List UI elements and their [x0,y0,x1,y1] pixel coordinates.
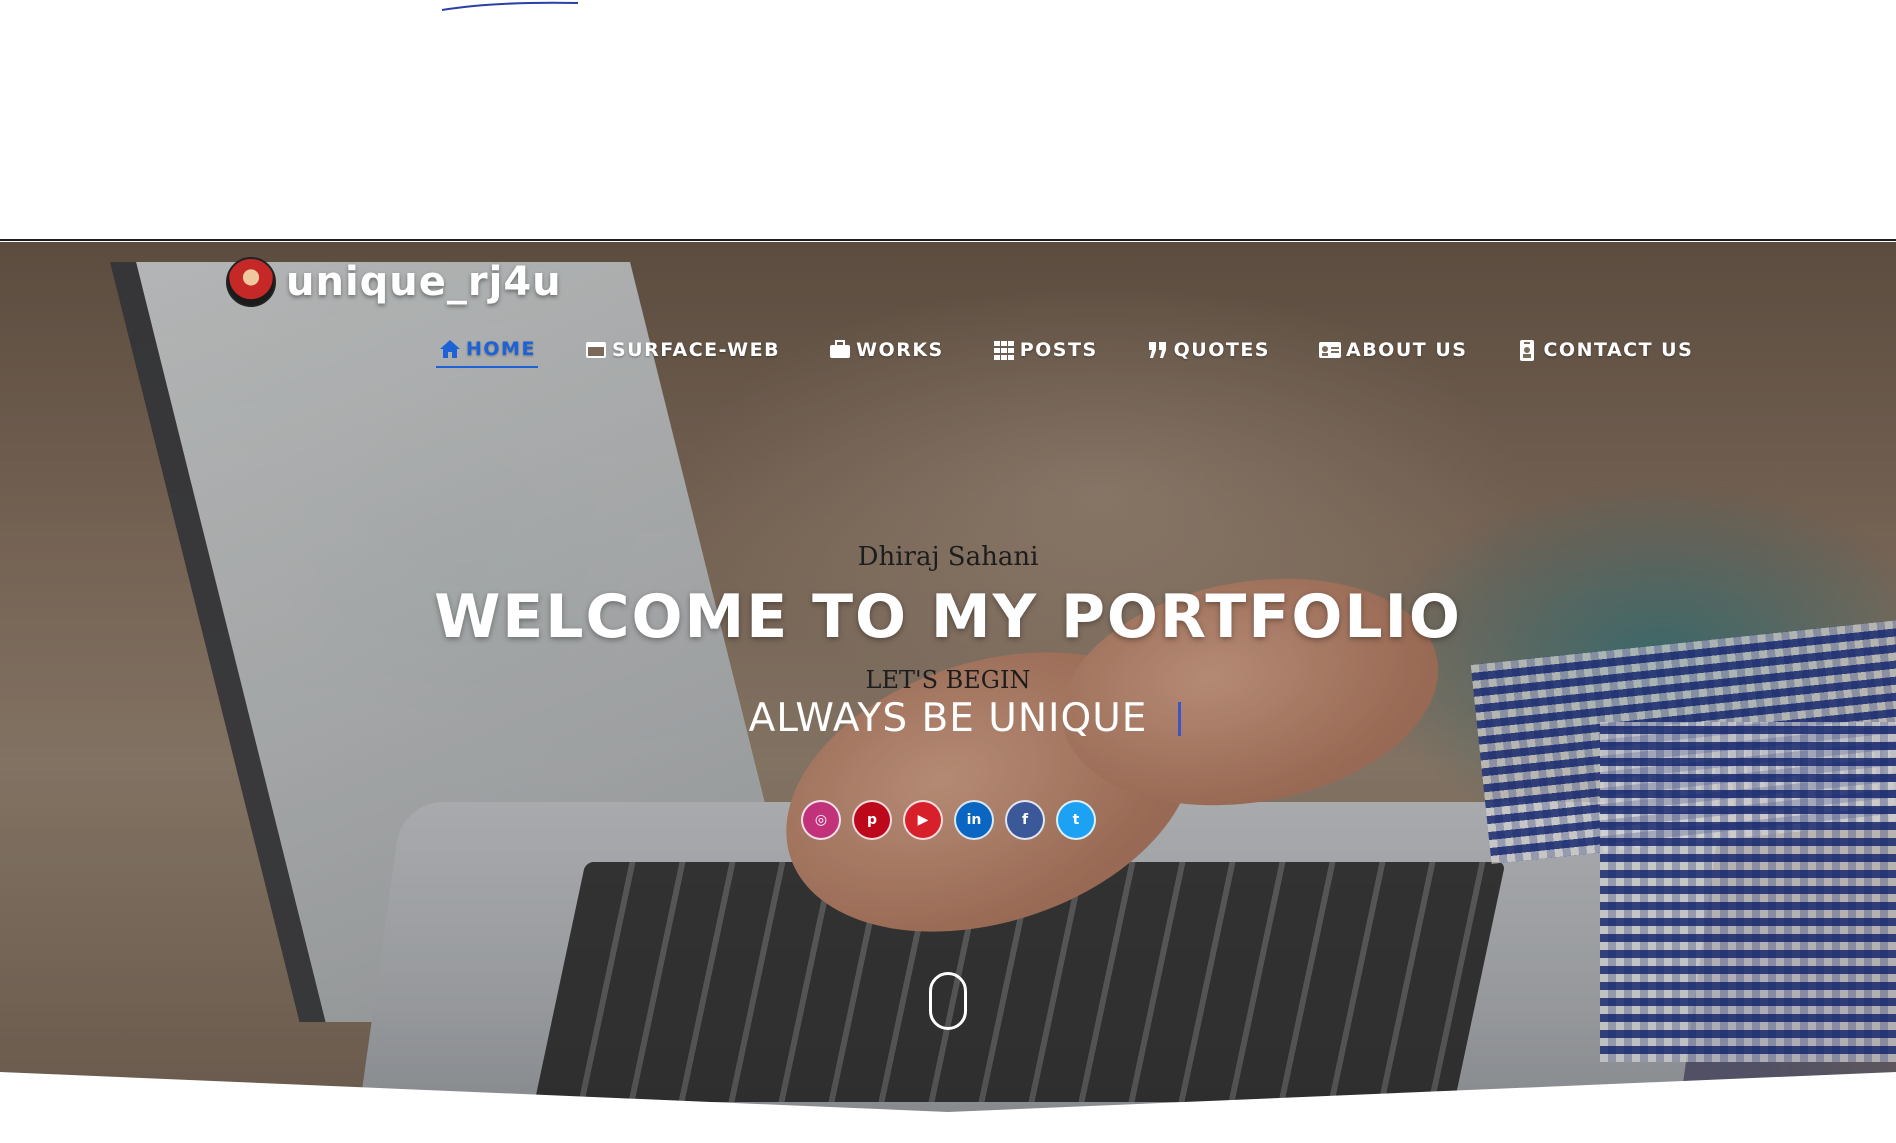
nav-about-us[interactable]: ABOUT US [1316,332,1469,368]
top-blank-area [0,0,1896,241]
nav-home-label: HOME [466,338,536,360]
typing-caret [1178,702,1182,736]
pinterest-icon[interactable]: p [852,800,892,840]
hero-kicker: Dhiraj Sahani [857,542,1039,572]
brand[interactable]: unique_rj4u [226,257,562,307]
badge-icon [1520,340,1535,361]
typed-text: ALWAYS BE UNIQUE [748,696,1182,741]
nav-contact-us-label: CONTACT US [1543,339,1694,361]
typed-text-value: ALWAYS BE UNIQUE [748,696,1148,741]
twitter-icon[interactable]: t [1056,800,1096,840]
brand-name: unique_rj4u [286,259,562,305]
grid-icon [993,341,1014,360]
hero-headline: WELCOME TO MY PORTFOLIO [434,582,1462,652]
nav-home[interactable]: HOME [436,332,538,368]
instagram-icon[interactable]: ◎ [801,800,841,840]
ink-stroke [441,1,579,11]
nav-works-label: WORKS [856,339,944,361]
home-icon [440,340,460,358]
briefcase-icon [830,340,851,358]
nav-surface-web[interactable]: SURFACE-WEB [582,332,782,368]
hero-sub-kicker: LET'S BEGIN [865,666,1031,694]
nav-contact-us[interactable]: CONTACT US [1513,332,1695,368]
id-card-icon [1319,342,1341,358]
facebook-icon[interactable]: f [1005,800,1045,840]
nav-posts-label: POSTS [1019,339,1098,361]
nav-surface-web-label: SURFACE-WEB [611,339,781,361]
hero-text: Dhiraj Sahani WELCOME TO MY PORTFOLIO LE… [0,542,1896,741]
nav-quotes-label: QUOTES [1173,339,1270,361]
quote-icon [1148,342,1166,358]
nav-about-us-label: ABOUT US [1346,339,1468,361]
avatar [226,257,276,307]
window-icon [585,342,606,358]
hero-bottom-divider [0,1072,1896,1112]
nav-quotes[interactable]: QUOTES [1144,332,1272,368]
nav-posts[interactable]: POSTS [990,332,1100,368]
nav-works[interactable]: WORKS [826,332,946,368]
social-links: ◎ p ▶ in f t [801,800,1096,840]
linkedin-icon[interactable]: in [954,800,994,840]
main-nav: HOME SURFACE-WEB WORKS POSTS QUOTES ABOU… [436,332,1739,368]
hero-section: unique_rj4u HOME SURFACE-WEB WORKS POSTS… [0,242,1896,1112]
youtube-icon[interactable]: ▶ [903,800,943,840]
